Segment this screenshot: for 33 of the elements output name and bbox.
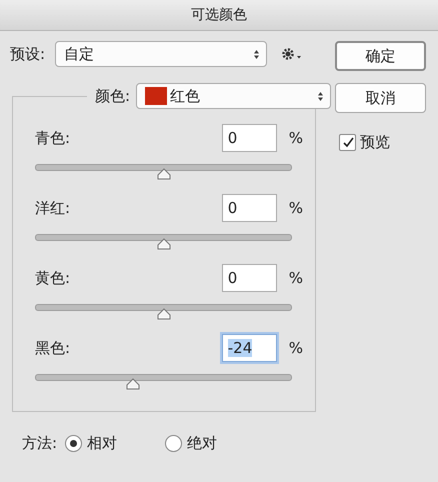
radio-label[interactable]: 相对 <box>87 434 118 453</box>
stepper-caret-icon <box>253 48 260 60</box>
stepper-caret-icon <box>317 90 324 102</box>
slider-thumb[interactable] <box>126 378 140 390</box>
slider-thumb[interactable] <box>156 238 170 250</box>
method-label: 方法: <box>22 434 58 453</box>
value-input[interactable]: -24 <box>222 334 277 362</box>
unit-label: % <box>288 129 303 147</box>
checkbox[interactable] <box>339 134 356 151</box>
value-input[interactable]: 0 <box>222 194 277 222</box>
preset-label: 预设: <box>10 44 46 64</box>
slider-thumb[interactable] <box>156 308 170 320</box>
radio-button[interactable] <box>165 435 182 452</box>
channel-label: 青色: <box>35 128 70 148</box>
checkbox-label[interactable]: 预览 <box>360 133 390 152</box>
radio-label[interactable]: 绝对 <box>187 434 218 453</box>
channel-label: 洋红: <box>35 198 70 218</box>
unit-label: % <box>288 199 303 217</box>
radio-button[interactable] <box>65 435 82 452</box>
value-input[interactable]: 0 <box>222 124 277 152</box>
preset-dropdown[interactable]: 自定 <box>55 41 268 67</box>
unit-label: % <box>288 339 303 357</box>
slider-thumb[interactable] <box>156 168 170 180</box>
ok-button[interactable]: 确定 <box>335 41 426 71</box>
cancel-button[interactable]: 取消 <box>335 83 426 113</box>
gear-icon[interactable] <box>281 47 304 61</box>
colors-dropdown[interactable]: 红色 <box>136 83 332 109</box>
channel-label: 黑色: <box>35 338 70 358</box>
window-title: 可选颜色 <box>191 6 247 24</box>
unit-label: % <box>288 269 303 287</box>
colors-label: 颜色: <box>95 86 130 106</box>
value-input[interactable]: 0 <box>222 264 277 292</box>
channel-label: 黄色: <box>35 268 70 288</box>
